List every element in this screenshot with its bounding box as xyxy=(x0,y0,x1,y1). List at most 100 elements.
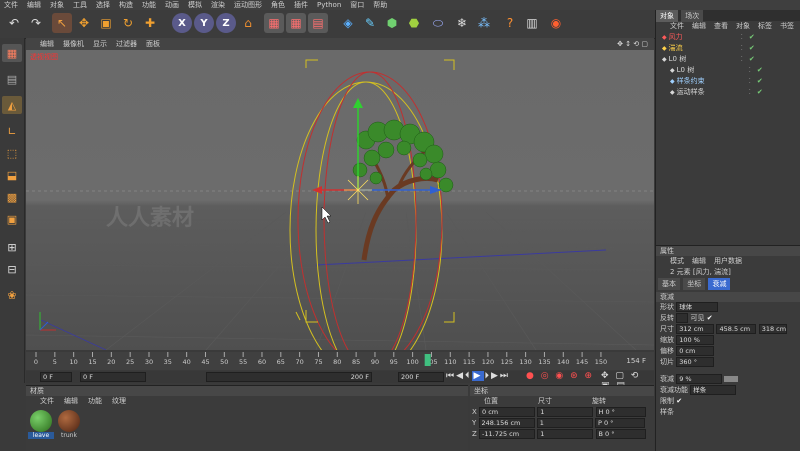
func-select[interactable]: 样条 xyxy=(690,385,737,395)
size-x-field[interactable]: 312 cm xyxy=(676,324,715,334)
material-swatch-trunk[interactable]: trunk xyxy=(56,410,82,439)
visibility-dots[interactable]: ⁚ xyxy=(741,32,743,43)
menu-select[interactable]: 选择 xyxy=(96,0,110,10)
size-z-field[interactable]: 1 xyxy=(537,429,594,439)
rotation-h-field[interactable]: H 0 ° xyxy=(595,407,646,417)
tab-falloff[interactable]: 衰减 xyxy=(708,278,731,290)
offset-field[interactable]: 0 cm xyxy=(676,346,715,356)
size-y-field[interactable]: 458.5 cm xyxy=(716,324,757,334)
rotation-b-field[interactable]: B 0 ° xyxy=(595,429,646,439)
3d-viewport[interactable]: 透视视图 人人素材 xyxy=(26,50,654,350)
render-view-icon[interactable]: ▦ xyxy=(264,13,284,33)
end-frame-field-a[interactable]: 200 F xyxy=(206,372,372,382)
render-settings-icon[interactable]: ▤ xyxy=(308,13,328,33)
tab-basic[interactable]: 基本 xyxy=(658,278,680,290)
menu-animation[interactable]: 动画 xyxy=(165,0,179,10)
viewport-menu-filter[interactable]: 过滤器 xyxy=(116,39,137,49)
shape-select[interactable]: 球体 xyxy=(676,302,719,312)
object-row[interactable]: ◆ 样条约束 ⁚ ✔ xyxy=(656,76,800,87)
floor-icon[interactable]: ⬭ xyxy=(428,13,448,33)
visibility-dots[interactable]: ⁚ xyxy=(749,65,751,76)
enable-check[interactable]: ✔ xyxy=(749,32,755,43)
size-y-field[interactable]: 1 xyxy=(536,418,593,428)
redo-icon[interactable]: ↷ xyxy=(26,13,46,33)
move-icon[interactable]: ✥ xyxy=(74,13,94,33)
enable-check[interactable]: ✔ xyxy=(757,87,763,98)
object-row[interactable]: ◆ L0 树 ⁚ ✔ xyxy=(656,65,800,76)
y-axis-icon[interactable]: Y xyxy=(194,13,214,33)
menu-plugins[interactable]: 插件 xyxy=(294,0,308,10)
material-menu-file[interactable]: 文件 xyxy=(40,396,54,407)
object-menu-object[interactable]: 对象 xyxy=(736,21,750,32)
timeline-ruler[interactable]: 0 5 10 15 20 25 30 35 40 45 50 55 60 65 70 75 80 85 90 95 10… xyxy=(26,352,654,370)
tab-coord[interactable]: 坐标 xyxy=(683,278,706,290)
points-mode-icon[interactable]: ⬚ xyxy=(2,144,22,162)
rotation-p-field[interactable]: P 0 ° xyxy=(594,418,645,428)
material-menu-function[interactable]: 功能 xyxy=(88,396,102,407)
object-menu-tags[interactable]: 标签 xyxy=(758,21,772,32)
live-select-icon[interactable]: ↖ xyxy=(52,13,72,33)
enable-check[interactable]: ✔ xyxy=(757,76,763,87)
menu-mograph[interactable]: 运动图形 xyxy=(234,0,262,10)
brand-icon[interactable]: ◉ xyxy=(546,13,566,33)
visibility-dots[interactable]: ⁚ xyxy=(741,43,743,54)
cube-icon[interactable]: ◈ xyxy=(338,13,358,33)
position-y-field[interactable]: 248.156 cm xyxy=(478,418,535,428)
menu-object[interactable]: 对象 xyxy=(50,0,64,10)
timeline[interactable]: 0 5 10 15 20 25 30 35 40 45 50 55 60 65 70 75 80 85 90 95 10… xyxy=(26,352,654,370)
polygons-mode-icon[interactable]: ▩ xyxy=(2,188,22,206)
attr-menu-mode[interactable]: 模式 xyxy=(670,256,684,267)
falloff-slider[interactable] xyxy=(724,376,739,382)
x-axis-icon[interactable]: X xyxy=(172,13,192,33)
record-keys-icons[interactable]: ● ◎ ◉ ⊛ ⊕ xyxy=(526,371,594,381)
recent-tool-icon[interactable]: ✚ xyxy=(140,13,160,33)
object-menu-view[interactable]: 查看 xyxy=(714,21,728,32)
model-mode-icon[interactable]: ◭ xyxy=(2,96,22,114)
falloff-field[interactable]: 9 % xyxy=(676,374,723,384)
object-row[interactable]: ◆ 运动样条 ⁚ ✔ xyxy=(656,87,800,98)
environment-icon[interactable]: ❄ xyxy=(452,13,472,33)
invert-checkbox[interactable] xyxy=(676,313,689,323)
size-z-field[interactable]: 318 cm xyxy=(758,324,787,334)
workplane-icon[interactable]: ▣ xyxy=(2,210,22,228)
menu-help[interactable]: 帮助 xyxy=(373,0,387,10)
snap-icon[interactable]: ⊞ xyxy=(2,238,22,256)
visibility-dots[interactable]: ⁚ xyxy=(749,87,751,98)
layout-icon[interactable]: ▥ xyxy=(522,13,542,33)
playback-controls[interactable]: ⏮◀⏴ ▶ ⏵▶⏭ xyxy=(446,371,510,381)
start-frame-field[interactable]: 0 F xyxy=(40,372,72,382)
object-menu-file[interactable]: 文件 xyxy=(670,21,684,32)
object-menu-bookmarks[interactable]: 书签 xyxy=(780,21,794,32)
object-row[interactable]: ◆ L0 树 ⁚ ✔ xyxy=(656,54,800,65)
position-x-field[interactable]: 0 cm xyxy=(479,407,536,417)
size-x-field[interactable]: 1 xyxy=(537,407,594,417)
undo-icon[interactable]: ↶ xyxy=(4,13,24,33)
menu-python[interactable]: Python xyxy=(317,1,341,9)
end-frame-field-b[interactable]: 200 F xyxy=(398,372,444,382)
z-axis-icon[interactable]: Z xyxy=(216,13,236,33)
visibility-dots[interactable]: ⁚ xyxy=(749,76,751,87)
enable-check[interactable]: ✔ xyxy=(757,65,763,76)
menu-tools[interactable]: 工具 xyxy=(73,0,87,10)
quantize-icon[interactable]: ⊟ xyxy=(2,260,22,278)
axis-mode-icon[interactable]: ∟ xyxy=(2,122,22,140)
material-swatch-leave[interactable]: leave xyxy=(28,410,54,439)
menu-character[interactable]: 角色 xyxy=(271,0,285,10)
scale-icon[interactable]: ▣ xyxy=(96,13,116,33)
menu-window[interactable]: 窗口 xyxy=(350,0,364,10)
menu-edit[interactable]: 编辑 xyxy=(27,0,41,10)
limit-checkbox[interactable]: ✔ xyxy=(676,397,682,405)
nurbs-icon[interactable]: ⬢ xyxy=(382,13,402,33)
menu-simulate[interactable]: 模拟 xyxy=(188,0,202,10)
coordinate-system-icon[interactable]: ⌂ xyxy=(238,13,258,33)
enable-check[interactable]: ✔ xyxy=(749,54,755,65)
scale-field[interactable]: 100 % xyxy=(676,335,715,345)
help-icon[interactable]: ? xyxy=(500,13,520,33)
viewport-menu-camera[interactable]: 摄像机 xyxy=(63,39,84,49)
menu-build[interactable]: 构造 xyxy=(119,0,133,10)
viewport-nav-icons[interactable]: ✥ ↕ ⟲ ▢ xyxy=(617,40,648,48)
current-frame-field[interactable]: 0 F xyxy=(80,372,146,382)
viewport-menu-edit[interactable]: 编辑 xyxy=(40,39,54,49)
viewport-menu-panel[interactable]: 面板 xyxy=(146,39,160,49)
edges-mode-icon[interactable]: ⬓ xyxy=(2,166,22,184)
